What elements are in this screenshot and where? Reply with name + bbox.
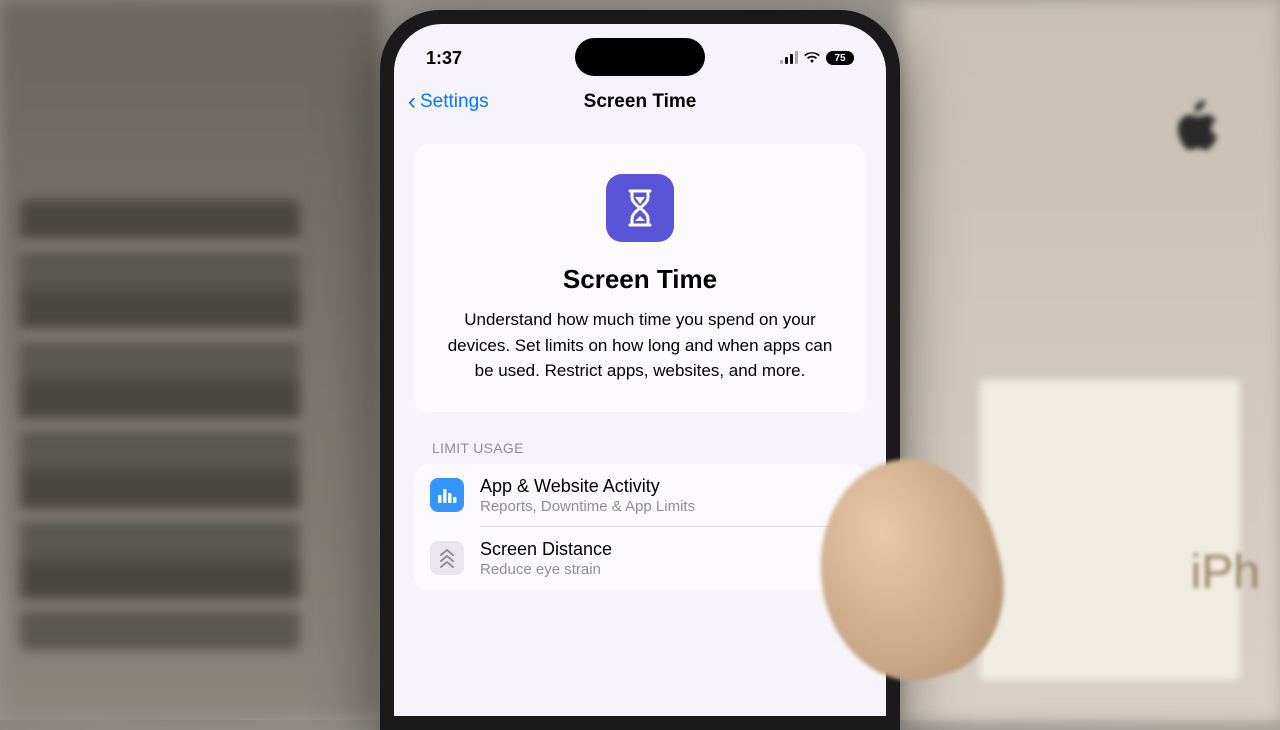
activity-chart-icon	[430, 478, 464, 512]
item-subtitle: Reduce eye strain	[480, 561, 829, 578]
item-subtitle: Reports, Downtime & App Limits	[480, 498, 829, 515]
navigation-bar: ‹ Settings Screen Time	[394, 78, 886, 126]
hero-card: Screen Time Understand how much time you…	[414, 144, 866, 412]
status-time: 1:37	[426, 48, 462, 69]
screen-time-icon	[606, 174, 674, 242]
battery-icon: 75	[826, 51, 854, 65]
hero-description: Understand how much time you spend on yo…	[442, 307, 838, 384]
app-website-activity-item[interactable]: App & Website Activity Reports, Downtime…	[414, 464, 866, 527]
status-icons: 75	[780, 51, 854, 65]
background-box	[980, 380, 1240, 680]
item-text: App & Website Activity Reports, Downtime…	[480, 476, 829, 515]
distance-arrows-icon	[430, 541, 464, 575]
item-title: App & Website Activity	[480, 476, 829, 497]
apple-logo-icon	[1172, 100, 1220, 170]
phone-frame: 1:37 75 ‹ Settings	[380, 10, 900, 730]
background-box-text: iPh	[1191, 545, 1260, 600]
background-phone-stack	[20, 200, 300, 650]
content-area: Screen Time Understand how much time you…	[394, 144, 886, 590]
battery-level: 75	[826, 51, 854, 65]
limit-usage-list: App & Website Activity Reports, Downtime…	[414, 464, 866, 590]
hero-title: Screen Time	[442, 264, 838, 295]
back-button[interactable]: ‹ Settings	[408, 88, 489, 116]
phone-screen: 1:37 75 ‹ Settings	[394, 24, 886, 716]
back-label: Settings	[420, 91, 489, 113]
section-header-limit-usage: LIMIT USAGE	[432, 440, 866, 456]
dynamic-island	[575, 38, 705, 76]
screen-distance-item[interactable]: Screen Distance Reduce eye strain ›	[414, 527, 866, 590]
wifi-icon	[804, 52, 820, 64]
page-title: Screen Time	[584, 91, 697, 113]
item-text: Screen Distance Reduce eye strain	[480, 539, 829, 578]
chevron-left-icon: ‹	[408, 88, 416, 116]
cellular-signal-icon	[780, 52, 798, 64]
item-title: Screen Distance	[480, 539, 829, 560]
